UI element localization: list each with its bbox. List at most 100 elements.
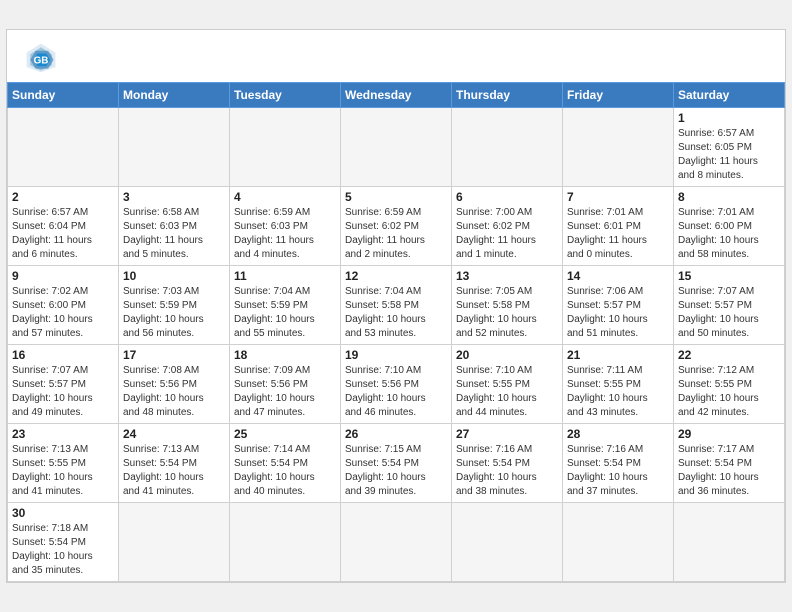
calendar-day-6: 6 Sunrise: 7:00 AM Sunset: 6:02 PM Daylig…: [452, 187, 563, 266]
calendar-week-row: 9Sunrise: 7:02 AM Sunset: 6:00 PM Daylig…: [8, 266, 785, 345]
day-number: 6: [456, 190, 558, 204]
day-info: Sunrise: 7:04 AM Sunset: 5:59 PM Dayligh…: [234, 285, 336, 341]
calendar-day-empty: [119, 108, 230, 187]
calendar-day-5: 5Sunrise: 6:59 AM Sunset: 6:02 PM Daylig…: [341, 187, 452, 266]
day-info: Sunrise: 7:18 AM Sunset: 5:54 PM Dayligh…: [12, 522, 114, 578]
day-info: Sunrise: 7:11 AM Sunset: 5:55 PM Dayligh…: [567, 364, 669, 420]
calendar-day-empty: [230, 503, 341, 582]
calendar-day-empty: [452, 108, 563, 187]
day-number: 18: [234, 348, 336, 362]
calendar-day-empty: [8, 108, 119, 187]
day-info: Sunrise: 7:03 AM Sunset: 5:59 PM Dayligh…: [123, 285, 225, 341]
day-info: Sunrise: 7:00 AM Sunset: 6:02 PM Dayligh…: [456, 206, 558, 262]
day-info: Sunrise: 7:12 AM Sunset: 5:55 PM Dayligh…: [678, 364, 780, 420]
weekday-header-monday: Monday: [119, 83, 230, 108]
calendar-day-14: 14 Sunrise: 7:06 AM Sunset: 5:57 PM Dayli…: [563, 266, 674, 345]
calendar-week-row: 16 Sunrise: 7:07 AM Sunset: 5:57 PM Dayli…: [8, 345, 785, 424]
weekday-header-row: SundayMondayTuesdayWednesdayThursdayFrid…: [8, 83, 785, 108]
day-number: 26: [345, 427, 447, 441]
weekday-header-sunday: Sunday: [8, 83, 119, 108]
calendar-day-empty: [563, 503, 674, 582]
day-number: 5: [345, 190, 447, 204]
calendar-week-row: 2Sunrise: 6:57 AM Sunset: 6:04 PM Daylig…: [8, 187, 785, 266]
day-number: 22: [678, 348, 780, 362]
day-info: Sunrise: 7:09 AM Sunset: 5:56 PM Dayligh…: [234, 364, 336, 420]
day-number: 27: [456, 427, 558, 441]
day-info: Sunrise: 7:16 AM Sunset: 5:54 PM Dayligh…: [456, 443, 558, 499]
day-number: 30: [12, 506, 114, 520]
calendar-day-22: 22 Sunrise: 7:12 AM Sunset: 5:55 PM Dayli…: [674, 345, 785, 424]
calendar-day-empty: [452, 503, 563, 582]
calendar-day-24: 24Sunrise: 7:13 AM Sunset: 5:54 PM Dayli…: [119, 424, 230, 503]
calendar-day-1: 1Sunrise: 6:57 AM Sunset: 6:05 PM Daylig…: [674, 108, 785, 187]
calendar-week-row: 23 Sunrise: 7:13 AM Sunset: 5:55 PM Dayli…: [8, 424, 785, 503]
day-info: Sunrise: 7:06 AM Sunset: 5:57 PM Dayligh…: [567, 285, 669, 341]
calendar-day-12: 12 Sunrise: 7:04 AM Sunset: 5:58 PM Dayli…: [341, 266, 452, 345]
day-number: 14: [567, 269, 669, 283]
calendar-day-4: 4Sunrise: 6:59 AM Sunset: 6:03 PM Daylig…: [230, 187, 341, 266]
day-info: Sunrise: 7:10 AM Sunset: 5:56 PM Dayligh…: [345, 364, 447, 420]
calendar-day-empty: [341, 108, 452, 187]
day-info: Sunrise: 7:13 AM Sunset: 5:55 PM Dayligh…: [12, 443, 114, 499]
calendar-day-empty: [341, 503, 452, 582]
day-number: 28: [567, 427, 669, 441]
day-info: Sunrise: 7:16 AM Sunset: 5:54 PM Dayligh…: [567, 443, 669, 499]
day-number: 16: [12, 348, 114, 362]
calendar-day-28: 28 Sunrise: 7:16 AM Sunset: 5:54 PM Dayli…: [563, 424, 674, 503]
calendar-day-23: 23 Sunrise: 7:13 AM Sunset: 5:55 PM Dayli…: [8, 424, 119, 503]
svg-text:GB: GB: [34, 55, 49, 66]
day-number: 9: [12, 269, 114, 283]
day-number: 15: [678, 269, 780, 283]
calendar-week-row: 1Sunrise: 6:57 AM Sunset: 6:05 PM Daylig…: [8, 108, 785, 187]
calendar-day-7: 7 Sunrise: 7:01 AM Sunset: 6:01 PM Daylig…: [563, 187, 674, 266]
day-number: 10: [123, 269, 225, 283]
weekday-header-friday: Friday: [563, 83, 674, 108]
calendar-week-row: 30 Sunrise: 7:18 AM Sunset: 5:54 PM Dayli…: [8, 503, 785, 582]
calendar-day-9: 9Sunrise: 7:02 AM Sunset: 6:00 PM Daylig…: [8, 266, 119, 345]
day-number: 19: [345, 348, 447, 362]
day-info: Sunrise: 7:10 AM Sunset: 5:55 PM Dayligh…: [456, 364, 558, 420]
calendar-day-21: 21 Sunrise: 7:11 AM Sunset: 5:55 PM Dayli…: [563, 345, 674, 424]
calendar-day-2: 2Sunrise: 6:57 AM Sunset: 6:04 PM Daylig…: [8, 187, 119, 266]
day-info: Sunrise: 7:04 AM Sunset: 5:58 PM Dayligh…: [345, 285, 447, 341]
day-info: Sunrise: 7:05 AM Sunset: 5:58 PM Dayligh…: [456, 285, 558, 341]
calendar-day-17: 17Sunrise: 7:08 AM Sunset: 5:56 PM Dayli…: [119, 345, 230, 424]
day-info: Sunrise: 7:08 AM Sunset: 5:56 PM Dayligh…: [123, 364, 225, 420]
day-number: 11: [234, 269, 336, 283]
calendar-day-16: 16 Sunrise: 7:07 AM Sunset: 5:57 PM Dayli…: [8, 345, 119, 424]
day-info: Sunrise: 7:15 AM Sunset: 5:54 PM Dayligh…: [345, 443, 447, 499]
day-number: 12: [345, 269, 447, 283]
day-number: 8: [678, 190, 780, 204]
day-info: Sunrise: 6:57 AM Sunset: 6:04 PM Dayligh…: [12, 206, 114, 262]
day-number: 4: [234, 190, 336, 204]
day-info: Sunrise: 7:13 AM Sunset: 5:54 PM Dayligh…: [123, 443, 225, 499]
day-number: 21: [567, 348, 669, 362]
generalblue-logo-icon: GB: [23, 40, 59, 76]
day-info: Sunrise: 7:01 AM Sunset: 6:01 PM Dayligh…: [567, 206, 669, 262]
calendar-day-11: 11 Sunrise: 7:04 AM Sunset: 5:59 PM Dayli…: [230, 266, 341, 345]
day-number: 7: [567, 190, 669, 204]
calendar-header: GB: [7, 30, 785, 82]
calendar-grid: SundayMondayTuesdayWednesdayThursdayFrid…: [7, 82, 785, 582]
day-number: 20: [456, 348, 558, 362]
calendar-day-3: 3Sunrise: 6:58 AM Sunset: 6:03 PM Daylig…: [119, 187, 230, 266]
day-number: 29: [678, 427, 780, 441]
calendar-day-empty: [674, 503, 785, 582]
calendar-day-empty: [563, 108, 674, 187]
day-number: 13: [456, 269, 558, 283]
weekday-header-tuesday: Tuesday: [230, 83, 341, 108]
calendar-day-19: 19 Sunrise: 7:10 AM Sunset: 5:56 PM Dayli…: [341, 345, 452, 424]
calendar-day-13: 13 Sunrise: 7:05 AM Sunset: 5:58 PM Dayli…: [452, 266, 563, 345]
calendar-day-25: 25Sunrise: 7:14 AM Sunset: 5:54 PM Dayli…: [230, 424, 341, 503]
weekday-header-wednesday: Wednesday: [341, 83, 452, 108]
calendar-day-26: 26 Sunrise: 7:15 AM Sunset: 5:54 PM Dayli…: [341, 424, 452, 503]
day-number: 23: [12, 427, 114, 441]
day-info: Sunrise: 7:17 AM Sunset: 5:54 PM Dayligh…: [678, 443, 780, 499]
day-info: Sunrise: 7:07 AM Sunset: 5:57 PM Dayligh…: [12, 364, 114, 420]
logo: GB: [23, 40, 63, 76]
calendar-day-20: 20 Sunrise: 7:10 AM Sunset: 5:55 PM Dayli…: [452, 345, 563, 424]
day-number: 3: [123, 190, 225, 204]
day-info: Sunrise: 7:14 AM Sunset: 5:54 PM Dayligh…: [234, 443, 336, 499]
weekday-header-thursday: Thursday: [452, 83, 563, 108]
calendar-day-18: 18 Sunrise: 7:09 AM Sunset: 5:56 PM Dayli…: [230, 345, 341, 424]
